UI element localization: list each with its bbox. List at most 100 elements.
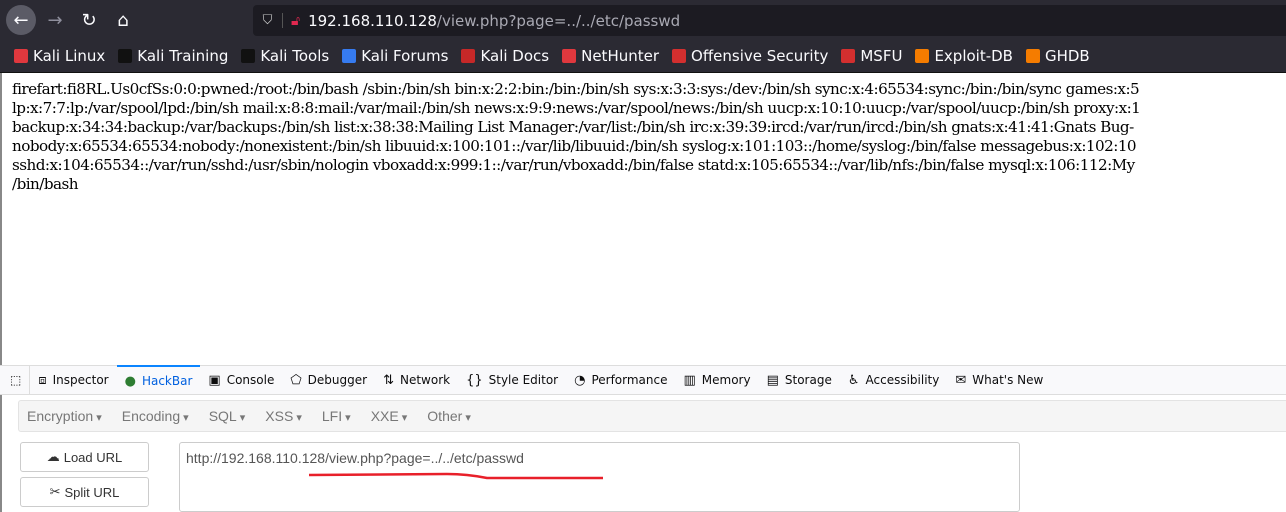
split-url-label: Split URL — [64, 484, 120, 500]
url-path: /view.php?page=../../etc/passwd — [436, 11, 681, 30]
bookmark-item[interactable]: Exploit-DB — [915, 47, 1013, 65]
insecure-lock-icon[interactable]: 🔓︎ — [291, 13, 300, 29]
scissors-icon: ✂ — [49, 484, 61, 499]
hackbar-menu-lfi[interactable]: LFI ▾ — [322, 408, 351, 424]
storage-icon: ▤ — [766, 372, 779, 388]
bookmark-label: Kali Docs — [480, 47, 550, 65]
style-editor-icon: {} — [466, 372, 483, 388]
bookmark-icon — [14, 49, 28, 63]
tab-label: Console — [226, 373, 275, 387]
caret-down-icon: ▾ — [342, 412, 351, 424]
home-button[interactable]: ⌂ — [108, 5, 138, 35]
navigation-toolbar: ← → ↻ ⌂ ⛉ 🔓︎ 192.168.110.128/view.php?pa… — [0, 0, 1286, 40]
url-bar[interactable]: ⛉ 🔓︎ 192.168.110.128/view.php?page=../..… — [253, 5, 1286, 36]
bookmark-item[interactable]: Kali Forums — [342, 47, 448, 65]
passwd-line: sshd:x:104:65534::/var/run/sshd:/usr/sbi… — [12, 156, 1135, 174]
bookmark-icon — [118, 49, 133, 63]
forward-button[interactable]: → — [40, 5, 70, 35]
devtools-tab-performance[interactable]: ◔ Performance — [566, 365, 675, 395]
network-icon: ⇅ — [383, 372, 394, 388]
caret-down-icon: ▾ — [93, 412, 102, 424]
devtools-tab-network[interactable]: ⇅ Network — [375, 365, 458, 395]
bookmark-label: NetHunter — [581, 47, 660, 65]
hackbar-menu-other[interactable]: Other ▾ — [427, 408, 471, 424]
bookmark-label: Kali Forums — [361, 47, 449, 65]
bookmark-item[interactable]: Kali Tools — [241, 47, 329, 65]
back-button[interactable]: ← — [6, 5, 36, 35]
devtools-tab-console[interactable]: ▣ Console — [200, 365, 282, 395]
split-url-button[interactable]: ✂ Split URL — [20, 477, 149, 507]
menu-label: Other — [427, 408, 463, 424]
devtools-tab-memory[interactable]: ▥ Memory — [675, 365, 758, 395]
hackbar-menu-xxe[interactable]: XXE ▾ — [371, 408, 408, 424]
hackbar-panel: Encryption ▾ Encoding ▾ SQL ▾ XSS ▾ LFI ▾ XXE… — [0, 395, 1286, 512]
devtools-tab-inspector[interactable]: ⧈ Inspector — [30, 365, 116, 395]
page-content: firefart:fi8RL.Us0cfSs:0:0:pwned:/root:/… — [0, 73, 1286, 365]
passwd-line: backup:x:34:34:backup:/var/backups:/bin/… — [12, 118, 1134, 136]
passwd-line: /bin/bash — [12, 175, 79, 193]
menu-label: SQL — [208, 408, 237, 424]
devtools-tab-what-s-new[interactable]: ✉ What's New — [947, 365, 1051, 395]
caret-down-icon: ▾ — [398, 412, 408, 424]
tab-label: Storage — [784, 373, 832, 387]
bookmark-item[interactable]: Offensive Security — [672, 47, 828, 65]
url-host: 192.168.110.128 — [308, 11, 437, 30]
whats-new-icon: ✉ — [955, 372, 967, 388]
tab-label: Debugger — [307, 373, 368, 387]
devtools-tab-debugger[interactable]: ⬠ Debugger — [282, 365, 375, 395]
element-picker-button[interactable]: ⬚ — [0, 365, 31, 395]
bookmark-icon — [841, 49, 856, 63]
passwd-line: firefart:fi8RL.Us0cfSs:0:0:pwned:/root:/… — [12, 80, 1140, 98]
bookmark-icon — [672, 49, 687, 63]
bookmark-item[interactable]: Kali Docs — [461, 47, 549, 65]
red-underline-annotation — [308, 472, 603, 480]
bookmark-item[interactable]: NetHunter — [562, 47, 659, 65]
load-url-label: Load URL — [63, 449, 123, 465]
accessibility-icon: ♿ — [847, 372, 860, 388]
bookmark-icon — [461, 49, 476, 63]
hackbar-icon: ● — [124, 373, 136, 389]
hackbar-menu-sql[interactable]: SQL ▾ — [209, 408, 246, 424]
bookmark-label: Kali Linux — [33, 47, 106, 65]
tab-label: Accessibility — [865, 373, 940, 387]
caret-down-icon: ▾ — [462, 412, 471, 424]
bookmark-icon — [1025, 49, 1040, 63]
tab-label: Inspector — [52, 373, 109, 387]
hackbar-menu-encryption[interactable]: Encryption ▾ — [27, 408, 102, 424]
devtools-tab-hackbar[interactable]: ● HackBar — [116, 365, 201, 395]
bookmark-label: Exploit-DB — [934, 47, 1013, 65]
bookmark-item[interactable]: Kali Training — [118, 47, 228, 65]
tab-label: Style Editor — [488, 373, 559, 387]
devtools-tab-accessibility[interactable]: ♿ Accessibility — [840, 365, 948, 395]
bookmark-label: Offensive Security — [691, 47, 829, 65]
shield-icon[interactable]: ⛉ — [253, 13, 283, 28]
menu-label: Encryption — [27, 408, 94, 424]
bookmark-item[interactable]: Kali Linux — [14, 47, 105, 65]
bookmark-icon — [241, 49, 256, 63]
devtools-tabbar: ⬚ ⧈ Inspector ● HackBar ▣ Console ⬠ Debugger ⇅ Ne… — [0, 365, 1286, 395]
bookmark-item[interactable]: GHDB — [1025, 47, 1090, 65]
devtools-tab-style-editor[interactable]: {} Style Editor — [458, 365, 566, 395]
caret-down-icon: ▾ — [293, 412, 302, 424]
devtools-tab-storage[interactable]: ▤ Storage — [759, 365, 840, 395]
bookmark-label: MSFU — [860, 47, 903, 65]
bookmark-label: Kali Training — [137, 47, 229, 65]
console-icon: ▣ — [208, 372, 221, 388]
bookmarks-bar: Kali Linux Kali Training Kali Tools Kali Fo… — [0, 40, 1286, 73]
bookmark-icon — [562, 49, 577, 63]
hackbar-menu: Encryption ▾ Encoding ▾ SQL ▾ XSS ▾ LFI ▾ XXE… — [18, 400, 1286, 432]
hackbar-menu-xss[interactable]: XSS ▾ — [265, 408, 302, 424]
tab-label: Memory — [701, 373, 751, 387]
bookmark-label: GHDB — [1044, 47, 1090, 65]
bookmark-item[interactable]: MSFU — [841, 47, 902, 65]
debugger-icon: ⬠ — [290, 372, 302, 388]
passwd-line: nobody:x:65534:65534:nobody:/nonexistent… — [12, 137, 1137, 155]
menu-label: LFI — [321, 408, 343, 424]
hackbar-menu-encoding[interactable]: Encoding ▾ — [122, 408, 189, 424]
inspector-icon: ⧈ — [38, 372, 47, 388]
load-url-button[interactable]: ☁ Load URL — [20, 442, 149, 472]
tab-label: Performance — [591, 373, 668, 387]
memory-icon: ▥ — [683, 372, 696, 388]
menu-label: Encoding — [121, 408, 181, 424]
reload-button[interactable]: ↻ — [74, 5, 104, 35]
